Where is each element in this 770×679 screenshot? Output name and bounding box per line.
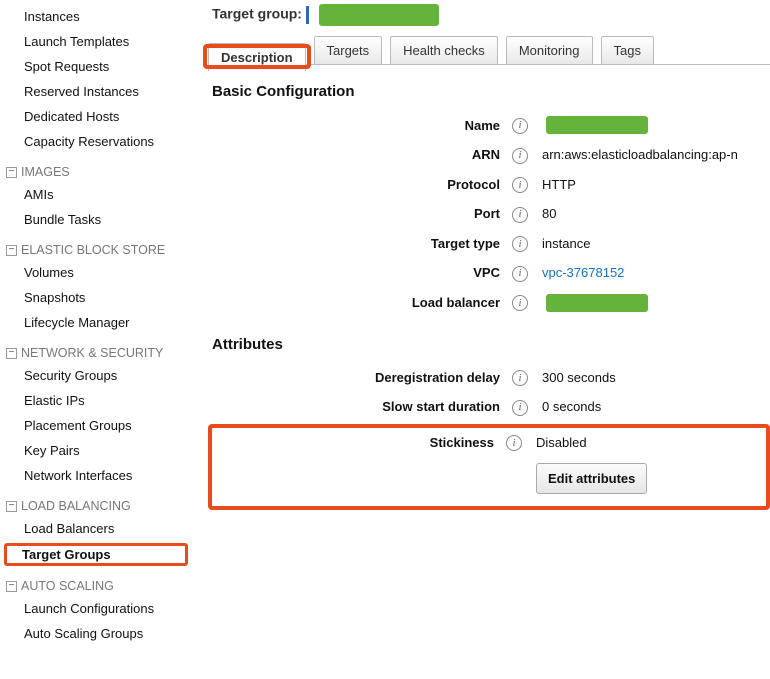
sidebar-item-elastic-ips[interactable]: Elastic IPs: [0, 388, 190, 413]
highlight-target-groups: Target Groups: [4, 543, 188, 566]
label-port: Port: [208, 206, 508, 221]
target-group-label: Target group:: [212, 6, 302, 22]
section-label: NETWORK & SECURITY: [21, 346, 163, 360]
row-vpc: VPC i vpc-37678152: [208, 258, 770, 288]
section-network-security[interactable]: − NETWORK & SECURITY: [0, 335, 190, 363]
sidebar-item-load-balancers[interactable]: Load Balancers: [0, 516, 190, 541]
label-dereg-delay: Deregistration delay: [208, 370, 508, 385]
info-icon[interactable]: i: [512, 148, 528, 164]
sidebar-item-placement-groups[interactable]: Placement Groups: [0, 413, 190, 438]
row-target-type: Target type i instance: [208, 229, 770, 259]
tab-health-checks[interactable]: Health checks: [390, 36, 498, 64]
label-load-balancer: Load balancer: [208, 295, 508, 310]
main-panel: Target group: Description Targets Health…: [190, 0, 770, 679]
section-images[interactable]: − IMAGES: [0, 154, 190, 182]
redacted-value: [546, 294, 648, 312]
label-protocol: Protocol: [208, 177, 508, 192]
tab-monitoring[interactable]: Monitoring: [506, 36, 593, 64]
collapse-icon: −: [6, 167, 17, 178]
sidebar-item-spot-requests[interactable]: Spot Requests: [0, 54, 190, 79]
info-icon[interactable]: i: [512, 370, 528, 386]
sidebar-item-dedicated-hosts[interactable]: Dedicated Hosts: [0, 104, 190, 129]
value-arn: arn:aws:elasticloadbalancing:ap-n: [532, 147, 770, 162]
row-slow-start: Slow start duration i 0 seconds: [208, 392, 770, 422]
row-load-balancer: Load balancer i: [208, 288, 770, 318]
info-icon[interactable]: i: [512, 295, 528, 311]
info-icon[interactable]: i: [512, 118, 528, 134]
info-icon[interactable]: i: [506, 435, 522, 451]
redacted-name: [319, 4, 439, 26]
section-basic-configuration: Basic Configuration: [212, 83, 770, 100]
value-target-type: instance: [532, 236, 770, 251]
sidebar-item-capacity-reservations[interactable]: Capacity Reservations: [0, 129, 190, 154]
info-icon[interactable]: i: [512, 177, 528, 193]
section-elastic-block-store[interactable]: − ELASTIC BLOCK STORE: [0, 232, 190, 260]
target-group-header: Target group:: [208, 0, 770, 36]
sidebar-item-snapshots[interactable]: Snapshots: [0, 285, 190, 310]
section-label: AUTO SCALING: [21, 579, 114, 593]
sidebar-item-network-interfaces[interactable]: Network Interfaces: [0, 463, 190, 488]
collapse-icon: −: [6, 581, 17, 592]
sidebar-item-amis[interactable]: AMIs: [0, 182, 190, 207]
row-arn: ARN i arn:aws:elasticloadbalancing:ap-n: [208, 140, 770, 170]
sidebar-item-instances[interactable]: Instances: [0, 4, 190, 29]
info-icon[interactable]: i: [512, 266, 528, 282]
edit-attributes-button[interactable]: Edit attributes: [536, 463, 647, 494]
tab-bar: Description Targets Health checks Monito…: [208, 36, 770, 65]
section-load-balancing[interactable]: − LOAD BALANCING: [0, 488, 190, 516]
tab-targets[interactable]: Targets: [314, 36, 383, 64]
row-stickiness: Stickiness i Disabled: [214, 428, 764, 458]
value-dereg-delay: 300 seconds: [532, 370, 770, 385]
info-icon[interactable]: i: [512, 207, 528, 223]
label-vpc: VPC: [208, 265, 508, 280]
row-edit-attributes: Edit attributes: [214, 457, 764, 500]
highlight-stickiness-edit: Stickiness i Disabled Edit attributes: [208, 424, 770, 511]
collapse-icon: −: [6, 501, 17, 512]
section-label: IMAGES: [21, 165, 70, 179]
highlight-description-tab: Description: [208, 49, 306, 64]
section-attributes: Attributes: [212, 336, 770, 353]
label-stickiness: Stickiness: [214, 435, 502, 450]
sidebar-item-launch-templates[interactable]: Launch Templates: [0, 29, 190, 54]
value-port: 80: [532, 206, 770, 221]
row-dereg-delay: Deregistration delay i 300 seconds: [208, 363, 770, 393]
redacted-value: [546, 116, 648, 134]
label-slow-start: Slow start duration: [208, 399, 508, 414]
label-target-type: Target type: [208, 236, 508, 251]
collapse-icon: −: [6, 348, 17, 359]
row-port: Port i 80: [208, 199, 770, 229]
sidebar-item-bundle-tasks[interactable]: Bundle Tasks: [0, 207, 190, 232]
row-name: Name i: [208, 110, 770, 140]
tab-description[interactable]: Description: [208, 43, 306, 71]
sidebar-item-launch-configurations[interactable]: Launch Configurations: [0, 596, 190, 621]
sidebar-item-auto-scaling-groups[interactable]: Auto Scaling Groups: [0, 621, 190, 646]
sidebar: Instances Launch Templates Spot Requests…: [0, 0, 190, 679]
section-auto-scaling[interactable]: − AUTO SCALING: [0, 568, 190, 596]
label-name: Name: [208, 118, 508, 133]
row-protocol: Protocol i HTTP: [208, 170, 770, 200]
section-label: LOAD BALANCING: [21, 499, 131, 513]
page-root: Instances Launch Templates Spot Requests…: [0, 0, 770, 679]
tab-tags[interactable]: Tags: [601, 36, 654, 64]
info-icon[interactable]: i: [512, 400, 528, 416]
value-protocol: HTTP: [532, 177, 770, 192]
value-stickiness: Disabled: [526, 435, 764, 450]
label-arn: ARN: [208, 147, 508, 162]
info-icon[interactable]: i: [512, 236, 528, 252]
selection-bar-icon: [306, 6, 309, 24]
sidebar-item-lifecycle-manager[interactable]: Lifecycle Manager: [0, 310, 190, 335]
sidebar-item-target-groups[interactable]: Target Groups: [4, 547, 188, 562]
sidebar-item-security-groups[interactable]: Security Groups: [0, 363, 190, 388]
section-label: ELASTIC BLOCK STORE: [21, 243, 165, 257]
sidebar-item-volumes[interactable]: Volumes: [0, 260, 190, 285]
value-slow-start: 0 seconds: [532, 399, 770, 414]
sidebar-item-reserved-instances[interactable]: Reserved Instances: [0, 79, 190, 104]
collapse-icon: −: [6, 245, 17, 256]
link-vpc[interactable]: vpc-37678152: [542, 265, 624, 280]
sidebar-item-key-pairs[interactable]: Key Pairs: [0, 438, 190, 463]
